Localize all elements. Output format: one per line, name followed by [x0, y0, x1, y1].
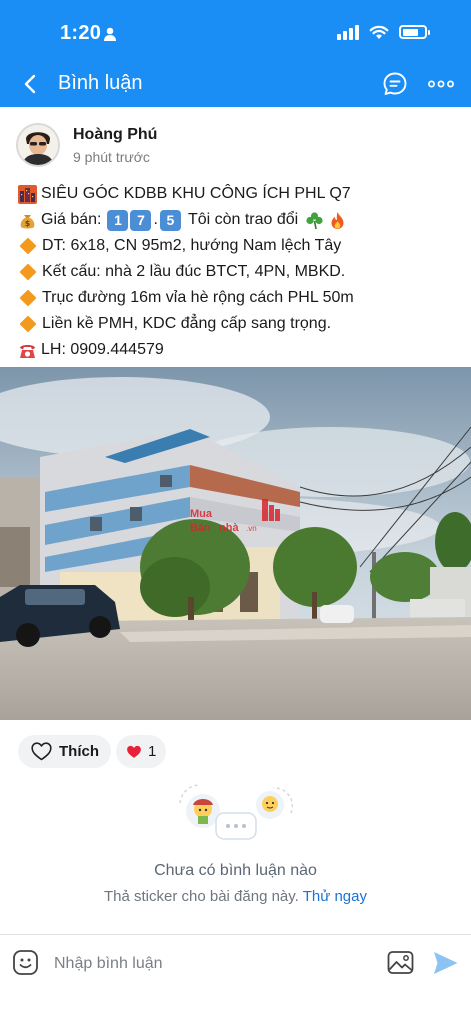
sticker-smile-icon[interactable]: [12, 949, 39, 976]
try-now-link[interactable]: Thử ngay: [303, 888, 367, 905]
keycap-digit: 1: [107, 209, 129, 231]
post-line: Kết cấu: nhà 2 lầu đúc BTCT, 4PN, MBKD.: [18, 259, 468, 285]
building-icon: [18, 184, 37, 204]
shamrock-icon: [306, 211, 323, 229]
street-building-photo: Mua Bán nhà .vn: [0, 367, 471, 720]
post-photo[interactable]: Mua Bán nhà .vn: [0, 367, 471, 720]
person-icon: [104, 27, 116, 41]
reaction-summary[interactable]: 1: [116, 735, 166, 768]
svg-text:.vn: .vn: [246, 524, 257, 533]
post-line: Trục đường 16m vỉa hè rộng cách PHL 50m: [18, 285, 468, 311]
wifi-icon: [369, 25, 389, 39]
post-line-text: SIÊU GÓC KDBB KHU CÔNG ÍCH PHL Q7: [41, 185, 351, 202]
svg-text:Mua: Mua: [190, 508, 213, 520]
telephone-icon: [20, 344, 35, 358]
back-arrow-icon[interactable]: [18, 71, 44, 97]
like-button[interactable]: Thích: [18, 735, 111, 768]
empty-comments-hint: Thả sticker cho bài đăng này. Thử ngay: [0, 888, 471, 905]
comment-input-bar: [0, 934, 471, 992]
nav-bar: Bình luận: [0, 62, 471, 107]
comment-input[interactable]: [54, 951, 364, 977]
post-line: DT: 6x18, CN 95m2, hướng Nam lệch Tây: [18, 233, 468, 259]
bottom-safe-area: [0, 992, 471, 1024]
author-avatar[interactable]: [16, 123, 60, 167]
status-bar: 1:20: [0, 0, 471, 62]
svg-text:Bán: Bán: [190, 522, 211, 534]
post-timestamp: 9 phút trước: [73, 149, 150, 165]
post-line: SIÊU GÓC KDBB KHU CÔNG ÍCH PHL Q7: [18, 181, 468, 207]
like-label: Thích: [59, 743, 99, 760]
svg-text:nhà: nhà: [219, 522, 239, 534]
send-icon[interactable]: [432, 950, 459, 976]
empty-hint-text: Thả sticker cho bài đăng này.: [104, 888, 299, 905]
app-header: 1:20 Bình luận: [0, 0, 471, 107]
post-line-text: LH: 0909.444579: [41, 341, 164, 358]
page-title: Bình luận: [58, 72, 143, 94]
post-line-text: Giá bán:: [41, 211, 102, 228]
more-options-icon[interactable]: [427, 71, 455, 97]
post-line-text: Kết cấu: nhà 2 lầu đúc BTCT, 4PN, MBKD.: [42, 263, 346, 280]
diamond-icon: [19, 315, 37, 333]
post-content: SIÊU GÓC KDBB KHU CÔNG ÍCH PHL Q7 $ Giá …: [18, 181, 468, 363]
diamond-icon: [19, 289, 37, 307]
post-line-text: Liền kề PMH, KDC đẳng cấp sang trọng.: [42, 315, 332, 332]
author-name[interactable]: Hoàng Phú: [73, 126, 157, 144]
post-line-text: Trục đường 16m vỉa hè rộng cách PHL 50m: [42, 289, 354, 306]
post-line-text: Tôi còn trao đổi: [187, 211, 299, 228]
chat-bubble-icon[interactable]: [382, 71, 408, 97]
diamond-icon: [19, 263, 37, 281]
post-line-text: DT: 6x18, CN 95m2, hướng Nam lệch Tây: [42, 237, 342, 254]
signal-icon: [337, 24, 359, 40]
heart-count: 1: [148, 743, 157, 760]
battery-icon: [399, 25, 430, 39]
fire-icon: [331, 211, 344, 229]
keycap-digit: 7: [130, 209, 152, 231]
post-line: LH: 0909.444579: [18, 337, 468, 363]
diamond-icon: [19, 237, 37, 255]
keycap-digit: 5: [159, 209, 181, 231]
empty-comments-title: Chưa có bình luận nào: [154, 862, 317, 879]
money-bag-icon: $: [20, 214, 35, 228]
svg-text:$: $: [25, 219, 31, 228]
image-icon[interactable]: [387, 950, 414, 975]
status-time: 1:20: [60, 22, 102, 44]
heart-filled-icon: [127, 745, 141, 758]
post-line: Liền kề PMH, KDC đẳng cấp sang trọng.: [18, 311, 468, 337]
status-icons: [337, 24, 430, 40]
avatar-image: [18, 125, 58, 165]
heart-outline-icon: [31, 742, 52, 761]
post-line: $ Giá bán: 1 7 . 5 Tôi còn trao đổi: [18, 207, 468, 233]
empty-comments-illustration: [179, 784, 293, 840]
